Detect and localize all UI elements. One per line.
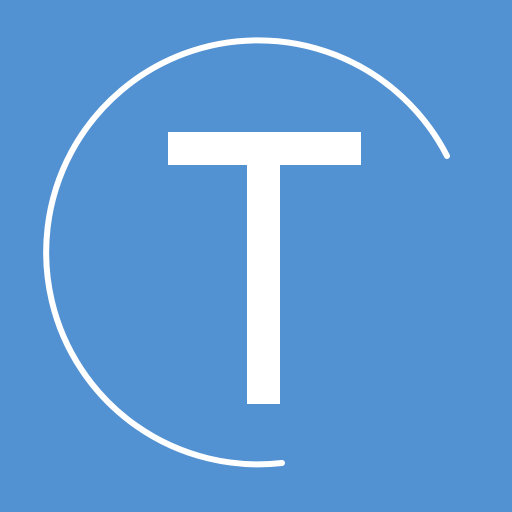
t-circle-logo <box>0 0 512 512</box>
letter-t-stem <box>247 132 280 404</box>
app-icon-tile <box>0 0 512 512</box>
